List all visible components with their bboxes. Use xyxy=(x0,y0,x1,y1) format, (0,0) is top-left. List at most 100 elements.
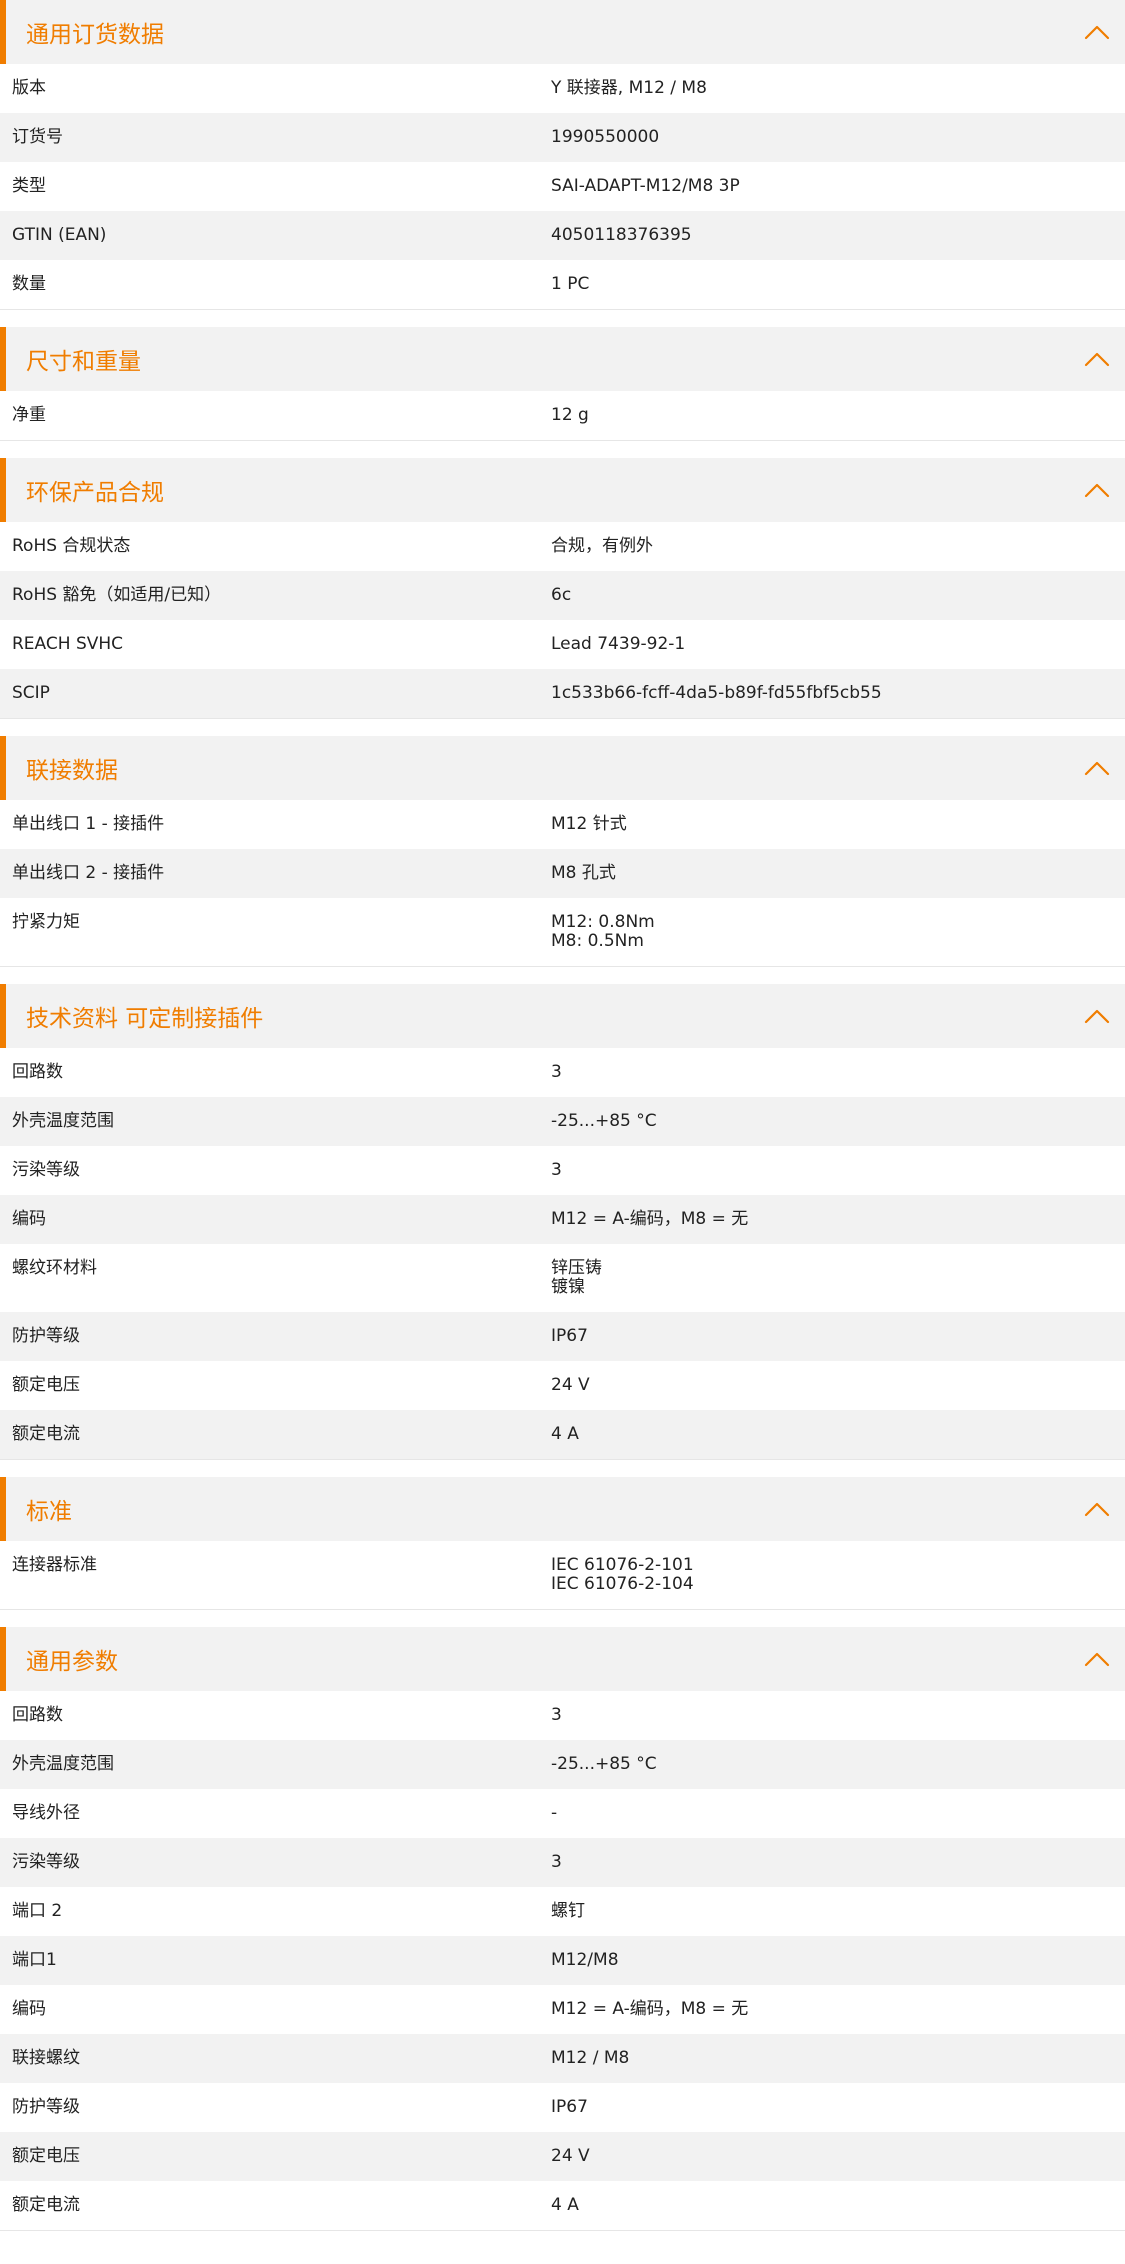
chevron-up-icon[interactable] xyxy=(1084,1501,1110,1517)
spec-value: M8 孔式 xyxy=(551,863,616,883)
spec-row: 拧紧力矩 M12: 0.8Nm M8: 0.5Nm xyxy=(0,898,1125,966)
spec-label: GTIN (EAN) xyxy=(12,225,107,245)
spec-value: -25...+85 °C xyxy=(551,1754,657,1774)
section-divider xyxy=(0,1459,1125,1477)
chevron-up-icon[interactable] xyxy=(1084,24,1110,40)
chevron-up-icon[interactable] xyxy=(1084,351,1110,367)
spec-label: RoHS 豁免（如适用/已知） xyxy=(12,585,222,605)
spec-row: 外壳温度范围 -25...+85 °C xyxy=(0,1097,1125,1146)
spec-label: 连接器标准 xyxy=(12,1555,97,1575)
spec-label: REACH SVHC xyxy=(12,634,124,654)
spec-value: 合规，有例外 xyxy=(551,536,653,556)
spec-row: RoHS 豁免（如适用/已知） 6c xyxy=(0,571,1125,620)
spec-row: 单出线口 1 - 接插件 M12 针式 xyxy=(0,800,1125,849)
spec-row: 单出线口 2 - 接插件 M8 孔式 xyxy=(0,849,1125,898)
section-header[interactable]: 技术资料 可定制接插件 xyxy=(0,984,1125,1048)
section-title: 环保产品合规 xyxy=(26,480,164,506)
spec-row: 回路数 3 xyxy=(0,1691,1125,1740)
spec-value: SAI-ADAPT-M12/M8 3P xyxy=(551,176,740,196)
spec-value: 3 xyxy=(551,1705,562,1725)
spec-value: - xyxy=(551,1803,558,1823)
spec-section: 环保产品合规 RoHS 合规状态 合规，有例外 RoHS 豁免（如适用/已知） … xyxy=(0,458,1125,736)
spec-label: 编码 xyxy=(12,1999,46,2019)
spec-row: 联接螺纹 M12 / M8 xyxy=(0,2034,1125,2083)
spec-section: 联接数据 单出线口 1 - 接插件 M12 针式 单出线口 2 - 接插件 M8… xyxy=(0,736,1125,984)
section-header[interactable]: 通用订货数据 xyxy=(0,0,1125,64)
spec-value: 6c xyxy=(551,585,572,605)
section-rows: 单出线口 1 - 接插件 M12 针式 单出线口 2 - 接插件 M8 孔式 拧… xyxy=(0,800,1125,966)
spec-value: 1 PC xyxy=(551,274,590,294)
spec-label: 额定电流 xyxy=(12,1424,80,1444)
spec-label: 防护等级 xyxy=(12,2097,80,2117)
spec-label: 数量 xyxy=(12,274,46,294)
section-divider xyxy=(0,966,1125,984)
section-title: 技术资料 可定制接插件 xyxy=(26,1006,264,1032)
spec-row: 外壳温度范围 -25...+85 °C xyxy=(0,1740,1125,1789)
spec-value: 3 xyxy=(551,1062,562,1082)
chevron-up-icon[interactable] xyxy=(1084,482,1110,498)
spec-value: IP67 xyxy=(551,1326,588,1346)
spec-row: 订货号 1990550000 xyxy=(0,113,1125,162)
spec-row: RoHS 合规状态 合规，有例外 xyxy=(0,522,1125,571)
spec-label: 单出线口 1 - 接插件 xyxy=(12,814,165,834)
spec-row: 防护等级 IP67 xyxy=(0,1312,1125,1361)
spec-row: 数量 1 PC xyxy=(0,260,1125,309)
spec-value: M12/M8 xyxy=(551,1950,619,1970)
spec-label: 外壳温度范围 xyxy=(12,1111,114,1131)
spec-row: 额定电压 24 V xyxy=(0,2132,1125,2181)
section-rows: 回路数 3 外壳温度范围 -25...+85 °C 导线外径 - 污染等级 3 … xyxy=(0,1691,1125,2230)
spec-row: GTIN (EAN) 4050118376395 xyxy=(0,211,1125,260)
spec-row: 端口1 M12/M8 xyxy=(0,1936,1125,1985)
spec-label: 螺纹环材料 xyxy=(12,1258,97,1278)
spec-value: 螺钉 xyxy=(551,1901,585,1921)
spec-value: IEC 61076-2-101 IEC 61076-2-104 xyxy=(551,1555,694,1594)
chevron-up-icon[interactable] xyxy=(1084,1651,1110,1667)
spec-value: M12 = A-编码，M8 = 无 xyxy=(551,1209,749,1229)
section-rows: 回路数 3 外壳温度范围 -25...+85 °C 污染等级 3 编码 M12 … xyxy=(0,1048,1125,1459)
spec-row: 污染等级 3 xyxy=(0,1146,1125,1195)
section-header[interactable]: 标准 xyxy=(0,1477,1125,1541)
spec-label: 导线外径 xyxy=(12,1803,80,1823)
spec-value: 1990550000 xyxy=(551,127,660,147)
section-header[interactable]: 通用参数 xyxy=(0,1627,1125,1691)
spec-label: 回路数 xyxy=(12,1062,63,1082)
spec-value: M12: 0.8Nm M8: 0.5Nm xyxy=(551,912,655,951)
spec-label: 版本 xyxy=(12,78,46,98)
section-rows: 连接器标准 IEC 61076-2-101 IEC 61076-2-104 xyxy=(0,1541,1125,1609)
spec-row: REACH SVHC Lead 7439-92-1 xyxy=(0,620,1125,669)
spec-value: IP67 xyxy=(551,2097,588,2117)
spec-label: 外壳温度范围 xyxy=(12,1754,114,1774)
spec-row: 防护等级 IP67 xyxy=(0,2083,1125,2132)
section-header[interactable]: 联接数据 xyxy=(0,736,1125,800)
spec-label: 类型 xyxy=(12,176,46,196)
section-header[interactable]: 环保产品合规 xyxy=(0,458,1125,522)
chevron-up-icon[interactable] xyxy=(1084,1008,1110,1024)
section-header[interactable]: 尺寸和重量 xyxy=(0,327,1125,391)
section-rows: RoHS 合规状态 合规，有例外 RoHS 豁免（如适用/已知） 6c REAC… xyxy=(0,522,1125,718)
spec-label: 端口 2 xyxy=(12,1901,63,1921)
spec-row: 编码 M12 = A-编码，M8 = 无 xyxy=(0,1985,1125,2034)
spec-row: 额定电流 4 A xyxy=(0,1410,1125,1459)
spec-row: 污染等级 3 xyxy=(0,1838,1125,1887)
section-title: 通用订货数据 xyxy=(26,22,164,48)
spec-label: 端口1 xyxy=(12,1950,57,1970)
spec-row: 额定电流 4 A xyxy=(0,2181,1125,2230)
spec-label: 净重 xyxy=(12,405,46,425)
spec-label: 拧紧力矩 xyxy=(12,912,80,932)
spec-label: 额定电压 xyxy=(12,2146,80,2166)
spec-row: SCIP 1c533b66-fcff-4da5-b89f-fd55fbf5cb5… xyxy=(0,669,1125,718)
section-rows: 净重 12 g xyxy=(0,391,1125,440)
section-divider xyxy=(0,2230,1125,2248)
spec-section: 技术资料 可定制接插件 回路数 3 外壳温度范围 -25...+85 °C 污染… xyxy=(0,984,1125,1477)
spec-row: 净重 12 g xyxy=(0,391,1125,440)
spec-value: M12 = A-编码，M8 = 无 xyxy=(551,1999,749,2019)
spec-label: 订货号 xyxy=(12,127,63,147)
spec-value: 4 A xyxy=(551,1424,579,1444)
chevron-up-icon[interactable] xyxy=(1084,760,1110,776)
product-spec-page: 通用订货数据 版本 Y 联接器, M12 / M8 订货号 1990550000… xyxy=(0,0,1125,2248)
spec-value: M12 / M8 xyxy=(551,2048,630,2068)
spec-label: 编码 xyxy=(12,1209,46,1229)
spec-value: 24 V xyxy=(551,1375,590,1395)
section-title: 联接数据 xyxy=(26,758,118,784)
spec-label: 回路数 xyxy=(12,1705,63,1725)
